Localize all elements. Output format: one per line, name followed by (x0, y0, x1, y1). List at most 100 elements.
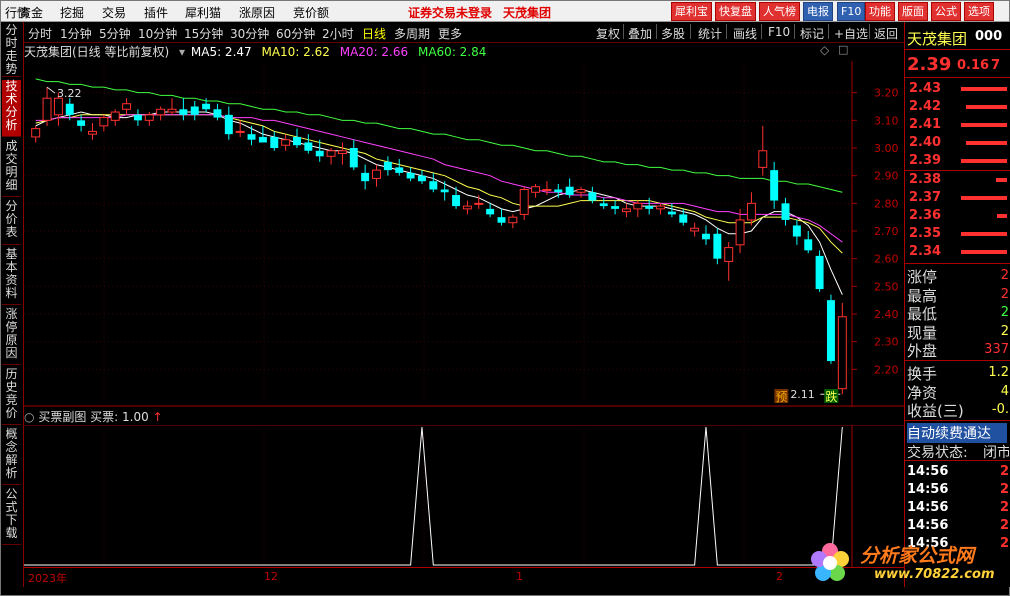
period-1min[interactable]: 1分钟 (60, 25, 92, 42)
menu-item-limit-reason[interactable]: 涨原因 (239, 4, 275, 21)
tab-price-table[interactable]: 分价表 (2, 200, 21, 245)
order-price: 2.39 (909, 153, 942, 168)
candlestick-chart[interactable]: 3.20 3.10 3.00 2.90 2.80 2.70 2.60 2.50 2.40 2.30… (24, 61, 904, 407)
menu-item-xilimao[interactable]: 犀利猫 (185, 4, 221, 21)
tool-button-formula[interactable]: 公式 (931, 2, 961, 21)
action-statistics[interactable]: 统计 (698, 25, 722, 42)
order-book-row[interactable]: 2.34 (907, 244, 1009, 261)
y-tick-label: 2.70 (874, 225, 899, 238)
order-book-row[interactable]: 2.42 (907, 99, 1009, 116)
period-60min[interactable]: 60分钟 (276, 25, 315, 42)
period-10min[interactable]: 10分钟 (138, 25, 177, 42)
period-daily[interactable]: 日线 (362, 25, 386, 42)
tab-trade-details[interactable]: 成交明细 (2, 140, 21, 197)
period-15min[interactable]: 15分钟 (184, 25, 223, 42)
period-bar: 分时 1分钟 5分钟 10分钟 15分钟 30分钟 60分钟 2小时 日线 多周… (24, 22, 904, 43)
order-book-row[interactable]: 2.40 (907, 135, 1009, 152)
candle-body (372, 169, 381, 179)
candle-body (144, 114, 154, 121)
tab-history-auction[interactable]: 历史竞价 (2, 368, 21, 425)
action-add-watchlist[interactable]: +自选 (834, 25, 868, 42)
stock-name: 天茂集团 (907, 30, 968, 48)
tool-button-popularity[interactable]: 人气榜 (759, 2, 800, 21)
tick-time: 14:56 (907, 518, 949, 533)
tab-formula-download[interactable]: 公式下载 (2, 488, 21, 545)
order-book-row[interactable]: 2.35 (907, 226, 1009, 243)
candle-body (315, 150, 324, 157)
divider (905, 49, 1010, 50)
menu-item-mining[interactable]: 挖掘 (60, 4, 84, 21)
dropdown-icon[interactable]: ▾ (179, 45, 185, 59)
candle-body (99, 117, 109, 127)
trade-status-value: 闭市 (983, 445, 1009, 461)
candle-body (440, 189, 449, 193)
watermark-logo: 分析家公式网 www.70822.com (804, 537, 1004, 589)
candle-body (804, 239, 813, 251)
candle-body (837, 316, 847, 390)
candle-body (293, 136, 301, 146)
tool-button-f10[interactable]: F10 (837, 2, 866, 21)
candle-body (826, 300, 835, 362)
period-multi[interactable]: 多周期 (394, 25, 430, 42)
tab-technical-analysis[interactable]: 技术分析 (2, 80, 21, 137)
high-price-label: 3.22 (57, 87, 82, 100)
order-book-row[interactable]: 2.39 (907, 153, 1009, 170)
tool-button-xilibao[interactable]: 犀利宝 (671, 2, 712, 21)
ma20-label: MA20: 2.66 (339, 45, 409, 59)
tool-button-layout[interactable]: 版面 (898, 2, 928, 21)
candle-body (542, 189, 552, 191)
promo-banner[interactable]: 自动续费通达 (907, 423, 1007, 443)
order-book-row[interactable]: 2.41 (907, 117, 1009, 134)
menu-item-trade[interactable]: 交易 (102, 4, 126, 21)
candle-body (508, 216, 518, 224)
divider (905, 360, 1010, 361)
diamond-icon[interactable]: ◇ (820, 43, 829, 57)
tool-button-telegraph[interactable]: 电报 (803, 2, 833, 21)
tab-basic-info[interactable]: 基本资料 (2, 248, 21, 305)
y-tick-label: 2.80 (874, 197, 899, 210)
order-book-row[interactable]: 2.36 (907, 208, 1009, 225)
ma5-label: MA5: 2.47 (190, 45, 252, 59)
candle-body (462, 205, 472, 210)
tool-button-functions[interactable]: 功能 (865, 2, 895, 21)
period-intraday[interactable]: 分时 (28, 25, 52, 42)
candle-body (531, 186, 541, 193)
action-overlay[interactable]: 叠加 (628, 25, 652, 42)
action-back[interactable]: 返回 (874, 25, 898, 42)
action-f10[interactable]: F10 (768, 25, 790, 39)
action-draw-line[interactable]: 画线 (733, 25, 757, 42)
order-book-row[interactable]: 2.38 (907, 172, 1009, 189)
tab-limit-up-reason[interactable]: 涨停原因 (2, 308, 21, 365)
action-adjust[interactable]: 复权 (596, 25, 620, 42)
y-tick-label: 2.30 (874, 336, 899, 349)
tab-intraday[interactable]: 分时走势 (2, 24, 21, 77)
tick-value: 2 (999, 518, 1009, 533)
candle-body (31, 128, 41, 138)
stat-label: 外盘 (907, 342, 938, 360)
menu-item-plugins[interactable]: 插件 (144, 4, 168, 21)
sub-chart-toggle-icon[interactable]: ○ (24, 410, 34, 424)
action-multi-stock[interactable]: 多股 (661, 25, 685, 42)
period-30min[interactable]: 30分钟 (230, 25, 269, 42)
tool-button-options[interactable]: 选项 (964, 2, 994, 21)
menu-item-auction-amount[interactable]: 竞价额 (293, 4, 329, 21)
maximize-icon[interactable]: □ (838, 43, 848, 56)
signal-sub-chart[interactable] (24, 425, 904, 567)
action-mark[interactable]: 标记 (800, 25, 824, 42)
tab-concept-analysis[interactable]: 概念解析 (2, 428, 21, 485)
period-5min[interactable]: 5分钟 (99, 25, 131, 42)
stat-value: 1.2 (988, 365, 1009, 380)
candle-body (133, 114, 142, 121)
sub-chart-title: 买票副图 (38, 410, 87, 424)
tool-button-quick-review[interactable]: 快复盘 (715, 2, 756, 21)
candle-body (190, 106, 199, 115)
menu-item-funds[interactable]: 资金 (19, 4, 43, 21)
order-book-row[interactable]: 2.37 (907, 190, 1009, 207)
login-notice[interactable]: 证券交易未登录 (408, 4, 492, 21)
period-more[interactable]: 更多 (438, 25, 462, 42)
order-book-row[interactable]: 2.43 (907, 81, 1009, 98)
period-2hour[interactable]: 2小时 (322, 25, 354, 42)
candle-body (713, 233, 722, 259)
candle-body (611, 206, 620, 209)
y-tick-label: 3.10 (874, 114, 899, 127)
